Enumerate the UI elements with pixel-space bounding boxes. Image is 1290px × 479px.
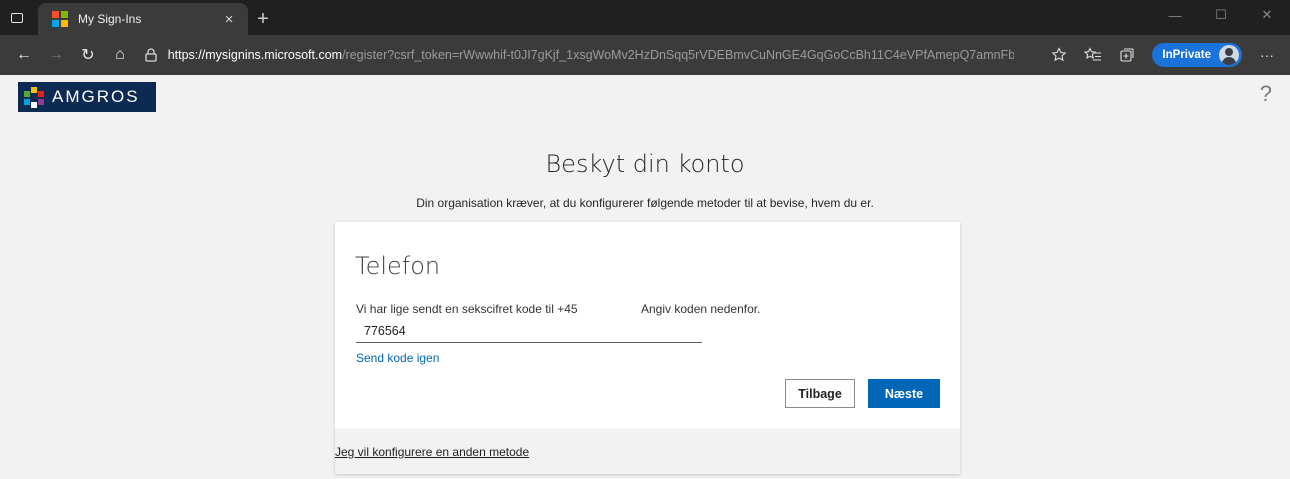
instruction-sent-code: Vi har lige sendt en sekscifret kode til… bbox=[356, 302, 578, 316]
phone-verification-card: Telefon Vi har lige sendt en sekscifret … bbox=[335, 222, 960, 474]
back-button[interactable]: ← bbox=[8, 39, 40, 71]
page-header: AMGROS ? bbox=[0, 75, 1290, 119]
toolbar-right: InPrivate ··· bbox=[1044, 40, 1282, 70]
url-path: /register?csrf_token=rWwwhif-t0JI7gKjf_1… bbox=[342, 48, 1014, 62]
amgros-logo: AMGROS bbox=[18, 82, 156, 112]
tab-actions-icon bbox=[11, 12, 23, 23]
help-button[interactable]: ? bbox=[1260, 81, 1272, 107]
browser-toolbar: ← → ↻ ⌂ https://mysignins.microsoft.com/… bbox=[0, 35, 1290, 75]
tab-close-button[interactable]: × bbox=[220, 11, 238, 28]
maximize-button[interactable]: ☐ bbox=[1198, 0, 1244, 30]
browser-titlebar: My Sign-Ins × + — ☐ ✕ bbox=[0, 0, 1290, 35]
favorites-icon[interactable] bbox=[1078, 40, 1108, 70]
new-tab-button[interactable]: + bbox=[248, 3, 278, 35]
collections-icon[interactable] bbox=[1112, 40, 1142, 70]
url-scheme: https:// bbox=[167, 48, 206, 62]
logo-text: AMGROS bbox=[52, 87, 140, 106]
window-controls: — ☐ ✕ bbox=[1152, 0, 1290, 35]
refresh-button[interactable]: ↻ bbox=[72, 39, 104, 71]
configure-other-method-link[interactable]: Jeg vil konfigurere en anden metode bbox=[335, 445, 529, 459]
minimize-button[interactable]: — bbox=[1152, 0, 1198, 30]
profile-avatar-icon bbox=[1219, 45, 1239, 65]
resend-code-link[interactable]: Send kode igen bbox=[356, 351, 439, 365]
page-title: Beskyt din konto bbox=[545, 150, 745, 178]
home-button[interactable]: ⌂ bbox=[104, 39, 136, 71]
page-subtitle: Din organisation kræver, at du konfigure… bbox=[416, 196, 874, 210]
url-text: https://mysignins.microsoft.com/register… bbox=[168, 48, 1014, 62]
lock-icon[interactable] bbox=[144, 48, 158, 62]
inprivate-badge[interactable]: InPrivate bbox=[1152, 43, 1242, 67]
card-title: Telefon bbox=[355, 252, 441, 280]
browser-tab-my-sign-ins[interactable]: My Sign-Ins × bbox=[38, 3, 248, 35]
card-footer: Jeg vil konfigurere en anden metode bbox=[335, 429, 960, 474]
back-button[interactable]: Tilbage bbox=[785, 379, 855, 408]
url-host: mysignins.microsoft.com bbox=[205, 48, 343, 62]
tab-actions-button[interactable] bbox=[0, 0, 34, 35]
instruction-enter-code: Angiv koden nedenfor. bbox=[641, 302, 761, 316]
more-menu-button[interactable]: ··· bbox=[1252, 40, 1282, 70]
amgros-logo-mark-icon bbox=[24, 87, 44, 108]
add-favorite-icon[interactable] bbox=[1044, 40, 1074, 70]
microsoft-favicon-icon bbox=[52, 11, 68, 27]
forward-button[interactable]: → bbox=[40, 39, 72, 71]
next-button[interactable]: Næste bbox=[868, 379, 940, 408]
inprivate-label: InPrivate bbox=[1162, 49, 1211, 61]
tab-title: My Sign-Ins bbox=[78, 12, 142, 26]
verification-code-input[interactable] bbox=[356, 319, 702, 343]
close-window-button[interactable]: ✕ bbox=[1244, 0, 1290, 30]
address-bar[interactable]: https://mysignins.microsoft.com/register… bbox=[144, 40, 1014, 70]
